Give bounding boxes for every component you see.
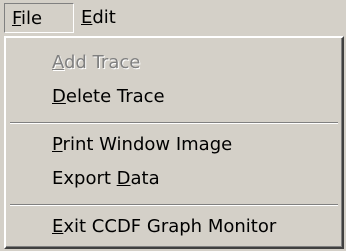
menu-file-label: ile — [21, 8, 43, 29]
delete-trace-label: elete Trace — [65, 86, 165, 107]
menu-item-print-window-image[interactable]: Print Window Image — [52, 132, 232, 158]
add-trace-mnemonic: A — [52, 52, 64, 73]
export-data-label-prefix: Export — [52, 168, 117, 189]
menu-edit-mnemonic: E — [81, 7, 93, 28]
exit-label: xit CCDF Graph Monitor — [63, 216, 277, 237]
menu-item-add-trace[interactable]: Add Trace — [52, 50, 140, 76]
menu-bar: File Edit — [0, 0, 346, 36]
delete-trace-mnemonic: D — [52, 86, 66, 107]
menu-item-delete-trace[interactable]: Delete Trace — [52, 84, 165, 110]
menu-separator — [10, 122, 338, 124]
print-window-image-label: rint Window Image — [62, 134, 233, 155]
menu-item-exit[interactable]: Exit CCDF Graph Monitor — [52, 214, 276, 240]
print-window-image-mnemonic: P — [52, 134, 63, 155]
menu-edit-label: dit — [92, 7, 116, 28]
add-trace-label: dd Trace — [64, 52, 141, 73]
menu-separator — [10, 204, 338, 206]
menu-file[interactable]: File — [4, 3, 74, 33]
exit-mnemonic: E — [52, 216, 64, 237]
export-data-label-suffix: ata — [130, 168, 160, 189]
file-menu-dropdown: Add Trace Delete Trace Print Window Imag… — [4, 36, 344, 249]
menu-file-mnemonic: F — [12, 8, 22, 29]
menu-edit[interactable]: Edit — [74, 3, 123, 33]
export-data-mnemonic: D — [116, 168, 131, 189]
menu-item-export-data[interactable]: Export Data — [52, 166, 160, 192]
